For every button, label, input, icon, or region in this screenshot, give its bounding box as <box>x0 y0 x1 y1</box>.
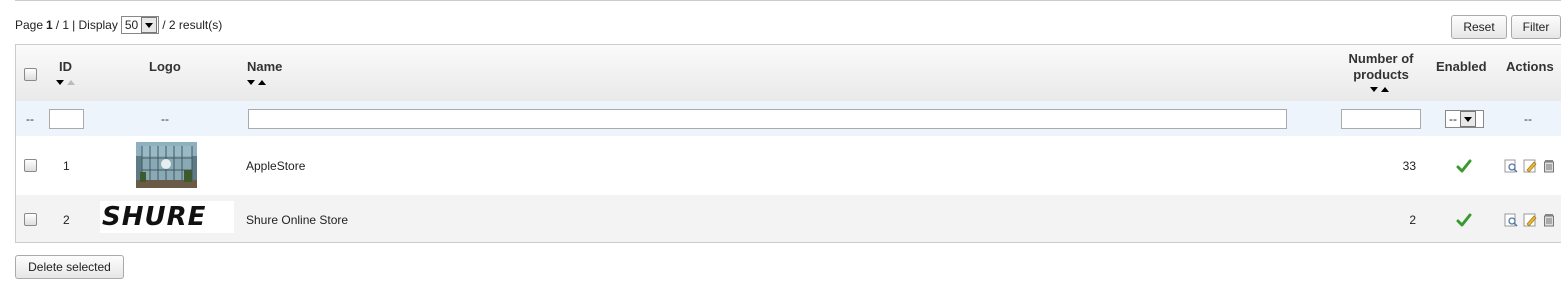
top-divider <box>15 0 1561 1</box>
view-icon[interactable] <box>1504 159 1518 173</box>
shop-logo-text: SHURE <box>102 202 207 232</box>
select-all-checkbox[interactable] <box>24 68 37 81</box>
id-sort <box>56 80 75 85</box>
pagination: Page 1 / 1 | Display 50 / 2 result(s) <box>15 16 222 34</box>
row-products: 33 <box>1402 159 1416 173</box>
column-enabled: Enabled <box>1436 59 1487 74</box>
delete-icon[interactable] <box>1542 159 1556 173</box>
view-icon[interactable] <box>1504 213 1518 227</box>
enabled-filter-value: -- <box>1449 112 1457 126</box>
shop-logo: SHURE <box>100 201 234 233</box>
products-filter-input[interactable] <box>1341 109 1421 129</box>
page-label: Page <box>15 18 44 32</box>
sort-asc-icon[interactable] <box>67 80 75 85</box>
page-total: / 1 <box>55 18 70 32</box>
table-row[interactable]: 1 AppleStore 33 <box>16 136 1561 196</box>
sort-desc-icon[interactable] <box>56 80 64 85</box>
table-row[interactable]: 2 SHURE Shure Online Store 2 <box>16 195 1561 242</box>
per-page-select[interactable]: 50 <box>120 16 160 34</box>
chevron-down-icon[interactable] <box>141 17 158 33</box>
column-id: ID <box>59 59 72 74</box>
filter-button[interactable]: Filter <box>1511 15 1561 39</box>
actions-filter-dash: -- <box>1524 112 1532 126</box>
id-filter-input[interactable] <box>49 109 84 129</box>
sort-asc-icon[interactable] <box>1381 87 1389 92</box>
column-logo: Logo <box>149 59 181 74</box>
logo-filter-dash: -- <box>161 112 169 126</box>
row-name: Shure Online Store <box>246 213 349 227</box>
results-count: / 2 result(s) <box>162 18 223 32</box>
sort-asc-icon[interactable] <box>258 80 266 85</box>
reset-button[interactable]: Reset <box>1451 15 1507 39</box>
row-checkbox[interactable] <box>24 213 37 226</box>
per-page-value: 50 <box>124 18 139 32</box>
sort-desc-icon[interactable] <box>1370 87 1378 92</box>
column-products: Number of products <box>1338 51 1424 83</box>
row-id: 1 <box>63 159 70 173</box>
edit-icon[interactable] <box>1523 159 1537 173</box>
products-sort <box>1370 87 1389 92</box>
check-icon[interactable] <box>1456 212 1472 228</box>
name-filter-input[interactable] <box>248 109 1287 129</box>
filter-dash: -- <box>26 112 34 126</box>
check-icon[interactable] <box>1456 158 1472 174</box>
chevron-down-icon[interactable] <box>1460 111 1476 127</box>
display-label: | Display <box>72 18 118 32</box>
enabled-filter-select[interactable]: -- <box>1445 110 1484 128</box>
shop-logo <box>136 142 197 188</box>
filter-row: -- -- -- -- <box>16 101 1561 137</box>
column-actions: Actions <box>1506 59 1554 74</box>
row-products: 2 <box>1409 213 1416 227</box>
table-header: ID Logo Name Number of products Enabled … <box>16 45 1561 102</box>
shops-table: ID Logo Name Number of products Enabled … <box>15 44 1561 243</box>
row-name: AppleStore <box>246 159 306 173</box>
delete-icon[interactable] <box>1542 213 1556 227</box>
delete-selected-button[interactable]: Delete selected <box>15 255 124 279</box>
row-id: 2 <box>63 213 70 227</box>
sort-desc-icon[interactable] <box>247 80 255 85</box>
page-current[interactable]: 1 <box>46 18 53 32</box>
edit-icon[interactable] <box>1523 213 1537 227</box>
column-products-line2: products <box>1353 67 1409 82</box>
column-name: Name <box>247 59 283 74</box>
name-sort <box>247 80 266 85</box>
row-checkbox[interactable] <box>24 159 37 172</box>
column-products-line1: Number of <box>1348 51 1414 66</box>
